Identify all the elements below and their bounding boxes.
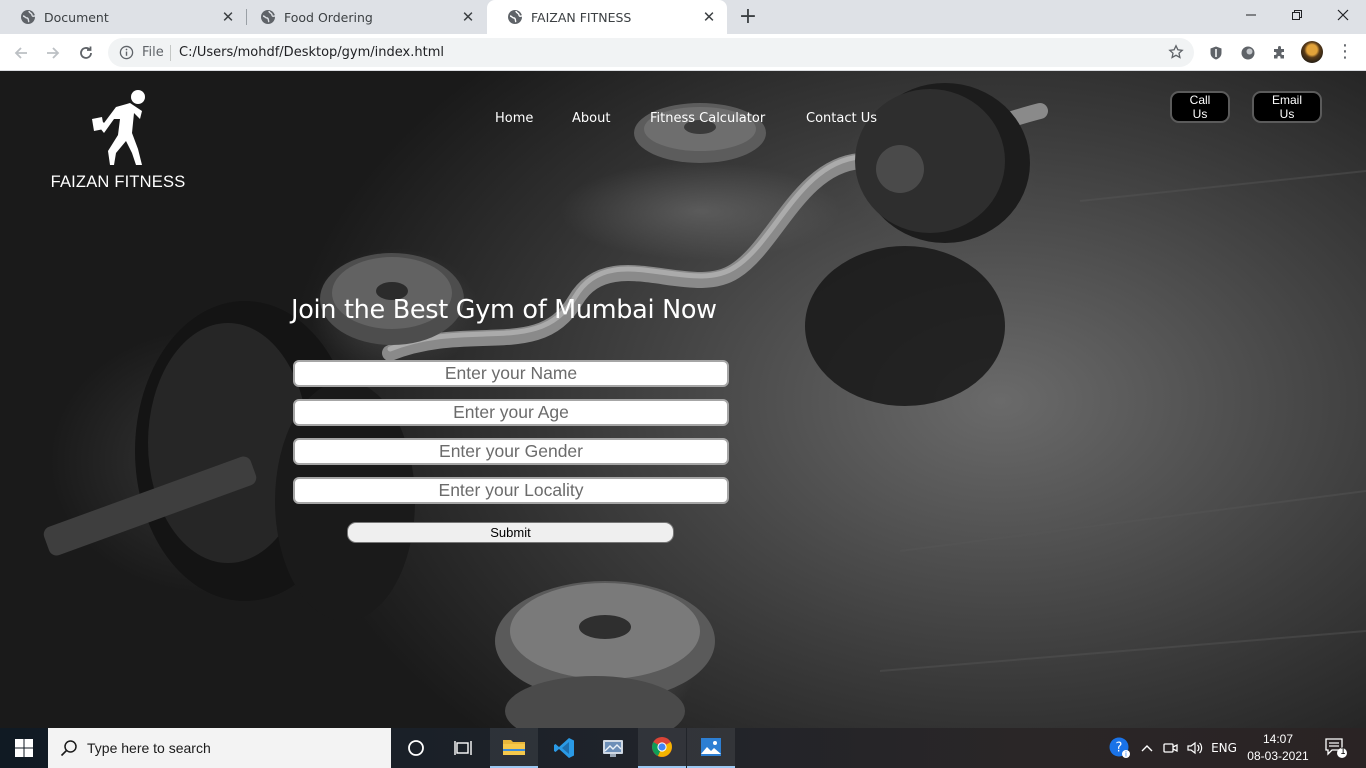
gym-landing-page: FAIZAN FITNESS Home About Fitness Calcul… (0, 71, 1366, 728)
taskbar-search-box[interactable]: Type here to search (48, 728, 391, 768)
browser-tab-strip: Document ✕ Food Ordering ✕ FAIZAN FITNES… (0, 0, 1366, 34)
vscode-icon[interactable] (540, 728, 588, 768)
svg-text:?: ? (1116, 741, 1123, 756)
meet-now-icon[interactable] (1161, 728, 1181, 768)
logo-text: FAIZAN FITNESS (50, 173, 186, 191)
athlete-logo-icon (92, 90, 145, 165)
puzzle-extensions-icon[interactable] (1270, 43, 1290, 63)
url-text[interactable]: C:/Users/mohdf/Desktop/gym/index.html (179, 45, 444, 60)
chrome-icon[interactable] (638, 728, 686, 768)
tab-title: Document (44, 9, 109, 25)
tab-title: Food Ordering (284, 9, 373, 25)
menu-kebab-icon[interactable]: ⋮ (1336, 42, 1354, 62)
notification-badge: 1 (1340, 747, 1346, 757)
svg-text:i: i (1125, 751, 1127, 759)
minimize-icon[interactable] (1228, 0, 1274, 30)
address-bar[interactable]: File C:/Users/mohdf/Desktop/gym/index.ht… (108, 38, 1194, 67)
help-icon[interactable]: ? i (1106, 728, 1134, 768)
photos-icon[interactable] (687, 728, 735, 768)
email-us-button[interactable]: Email Us (1252, 91, 1322, 123)
volume-icon[interactable] (1184, 728, 1206, 768)
cortana-icon[interactable] (392, 728, 440, 768)
close-window-icon[interactable] (1320, 0, 1366, 30)
site-logo[interactable]: FAIZAN FITNESS (48, 89, 188, 199)
close-tab-icon[interactable]: ✕ (220, 8, 236, 26)
task-view-icon[interactable] (440, 728, 488, 768)
nav-about[interactable]: About (572, 111, 610, 126)
submit-button[interactable]: Submit (347, 522, 674, 543)
system-clock[interactable]: 14:07 08-03-2021 (1244, 731, 1312, 765)
new-tab-button[interactable]: + (737, 4, 759, 30)
tab-document[interactable]: Document ✕ (0, 0, 246, 34)
gender-input[interactable] (293, 438, 729, 465)
info-icon[interactable] (119, 45, 134, 64)
file-explorer-icon[interactable] (490, 728, 538, 768)
globe-icon (20, 9, 36, 25)
tab-faizan-fitness[interactable]: FAIZAN FITNESS ✕ (487, 0, 727, 34)
call-us-button[interactable]: Call Us (1170, 91, 1230, 123)
tab-food-ordering[interactable]: Food Ordering ✕ (240, 0, 486, 34)
profile-avatar[interactable] (1301, 41, 1323, 63)
browser-toolbar: File C:/Users/mohdf/Desktop/gym/index.ht… (0, 34, 1366, 71)
search-icon (60, 739, 78, 761)
globe-icon (260, 9, 276, 25)
name-input[interactable] (293, 360, 729, 387)
shield-extension-icon[interactable] (1206, 43, 1226, 63)
close-tab-icon[interactable]: ✕ (701, 8, 717, 26)
circle-extension-icon[interactable] (1238, 43, 1258, 63)
control-panel-icon[interactable] (589, 728, 637, 768)
forward-arrow-icon[interactable] (42, 42, 64, 64)
language-indicator[interactable]: ENG (1208, 728, 1240, 768)
globe-icon (507, 9, 523, 25)
windows-start-icon[interactable] (0, 728, 48, 768)
hero-headline: Join the Best Gym of Mumbai Now (291, 295, 717, 325)
clock-date: 08-03-2021 (1247, 749, 1309, 763)
divider (170, 45, 171, 61)
bookmark-star-icon[interactable] (1168, 44, 1184, 64)
search-placeholder: Type here to search (87, 740, 211, 756)
close-tab-icon[interactable]: ✕ (460, 8, 476, 26)
tab-title: FAIZAN FITNESS (531, 9, 632, 25)
chevron-up-icon[interactable] (1138, 728, 1156, 768)
nav-contact-us[interactable]: Contact Us (806, 111, 877, 126)
scheme-label: File (142, 45, 164, 60)
locality-input[interactable] (293, 477, 729, 504)
reload-icon[interactable] (75, 42, 97, 64)
nav-fitness-calculator[interactable]: Fitness Calculator (650, 111, 765, 126)
restore-icon[interactable] (1274, 0, 1320, 30)
notification-center-icon[interactable]: 1 (1320, 728, 1352, 768)
windows-taskbar: Type here to search ? i ENG 14:07 08-03-2… (0, 728, 1366, 768)
back-arrow-icon[interactable] (10, 42, 32, 64)
nav-home[interactable]: Home (495, 111, 533, 126)
clock-time: 14:07 (1262, 732, 1294, 746)
age-input[interactable] (293, 399, 729, 426)
